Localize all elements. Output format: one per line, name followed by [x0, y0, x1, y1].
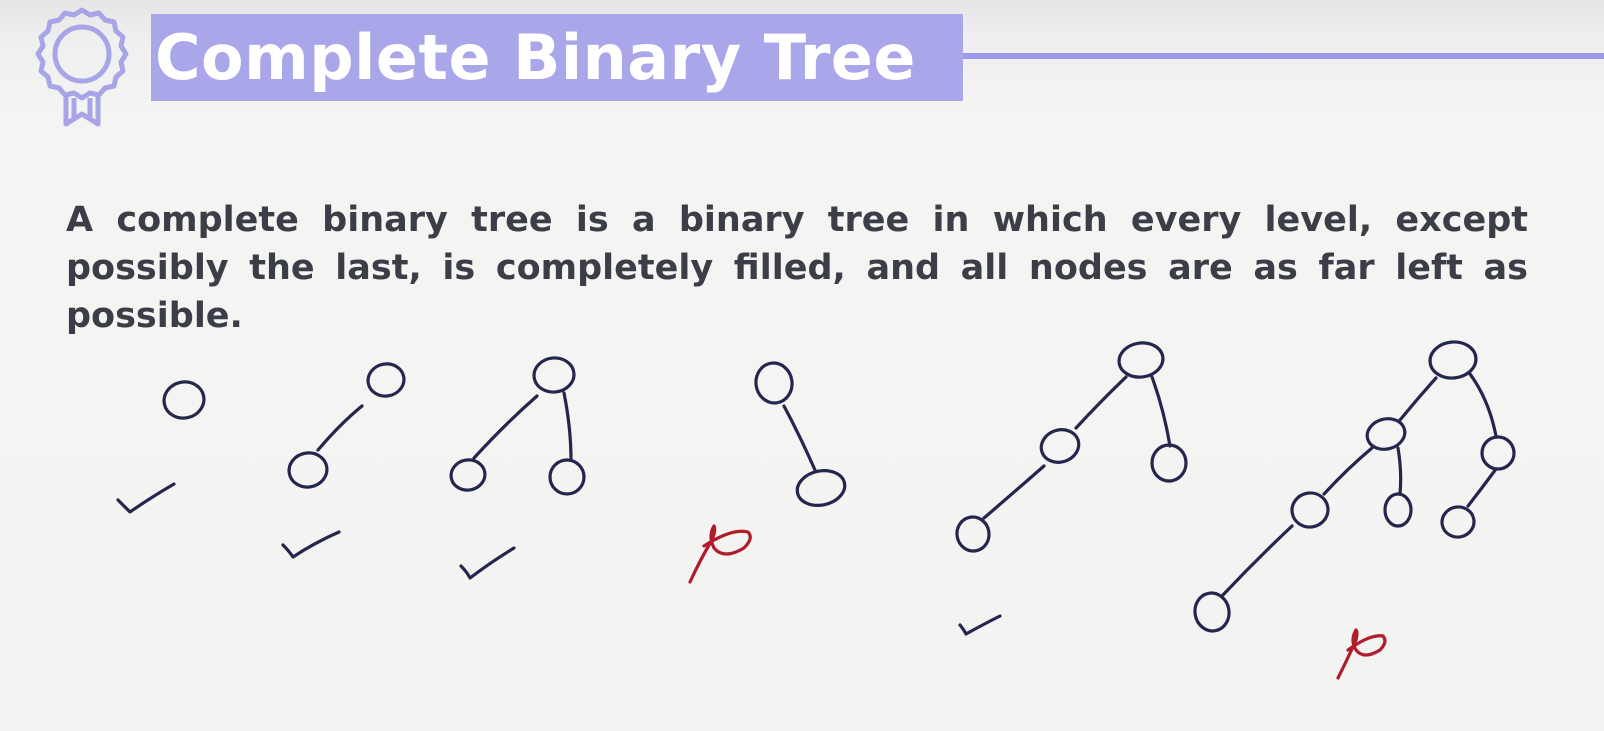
checkmark-icon	[281, 530, 341, 559]
cross-mark-icon	[1336, 628, 1387, 680]
tree-edge	[1220, 524, 1294, 598]
tree-node	[1480, 435, 1516, 471]
example-tree-1	[116, 380, 206, 514]
tree-node	[1193, 591, 1231, 633]
tree-node	[449, 458, 487, 492]
checkmark-icon	[958, 614, 1002, 636]
tree-edge	[1396, 446, 1403, 496]
tree-node	[955, 515, 991, 553]
tree-node	[1383, 492, 1413, 528]
tree-edge	[982, 464, 1046, 520]
tree-node	[1150, 443, 1188, 483]
tree-node	[1440, 505, 1476, 539]
tree-edge	[562, 391, 573, 462]
tree-node	[532, 356, 576, 394]
tree-edge	[316, 404, 364, 452]
tree-edge	[1074, 375, 1128, 430]
tree-node	[1290, 491, 1330, 529]
tree-node	[366, 362, 406, 398]
tree-edge	[782, 404, 817, 472]
example-tree-6	[1193, 340, 1516, 680]
tree-node	[1039, 428, 1081, 464]
checkmark-icon	[116, 482, 176, 514]
tree-edge	[1398, 376, 1438, 422]
tree-node	[795, 469, 847, 507]
cross-mark-icon	[688, 524, 752, 584]
tree-edge	[1150, 375, 1172, 448]
tree-edge	[1322, 446, 1374, 496]
example-tree-3	[449, 356, 586, 580]
example-tree-4	[688, 361, 847, 584]
example-tree-2	[281, 362, 406, 559]
tree-node	[548, 458, 586, 496]
tree-edge	[1466, 467, 1498, 508]
example-tree-5	[955, 341, 1188, 636]
tree-edge	[1468, 372, 1498, 438]
slide: Complete Binary Tree A complete binary t…	[0, 0, 1604, 731]
handwritten-tree-examples	[116, 340, 1516, 680]
tree-node	[162, 380, 206, 420]
tree-edge	[472, 394, 539, 460]
tree-node	[1117, 341, 1165, 379]
tree-node	[754, 361, 794, 405]
tree-node	[287, 451, 329, 489]
checkmark-icon	[459, 546, 516, 580]
